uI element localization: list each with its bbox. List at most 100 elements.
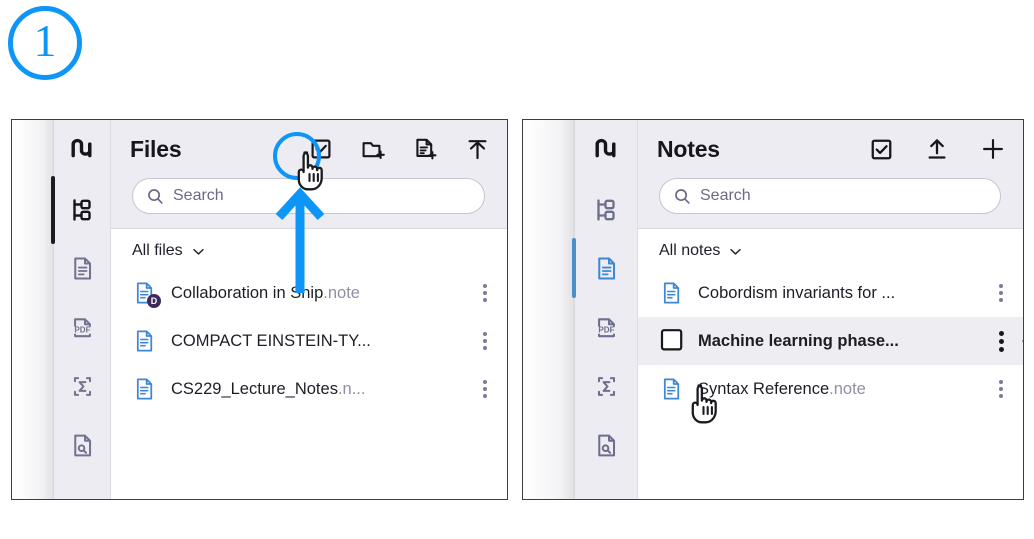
document-search-icon xyxy=(597,434,615,457)
notes-search-area: Search xyxy=(638,178,1023,228)
files-header: Files Search xyxy=(111,120,507,229)
table-row[interactable]: CS229_Lecture_Notes.n... xyxy=(111,365,507,413)
page-title: Notes xyxy=(657,135,720,162)
notes-main-column: Notes Search All notes Cobordism invaria… xyxy=(638,120,1023,499)
document-icon xyxy=(597,257,615,280)
active-indicator xyxy=(51,176,55,244)
sidebar-rail-files: PDF xyxy=(51,120,111,499)
document-icon xyxy=(663,378,680,400)
group-filter-label: All notes xyxy=(659,242,721,259)
search-icon xyxy=(675,188,690,204)
list-item[interactable]: Cobordism invariants for ... xyxy=(638,269,1023,317)
notes-header: Notes Search xyxy=(638,120,1023,229)
document-search-icon xyxy=(73,434,91,457)
sigma-formula-icon xyxy=(597,377,615,396)
file-basename: COMPACT EINSTEIN-TY... xyxy=(171,331,371,350)
row-more-options-icon[interactable] xyxy=(992,284,1010,302)
row-note-name: Syntax Reference.note xyxy=(698,380,986,399)
row-select-checkbox[interactable] xyxy=(659,328,685,354)
step-number-badge: 1 xyxy=(8,6,82,80)
sidebar-item-formula[interactable] xyxy=(54,357,110,416)
notes-panel-screenshot: PDF Notes Search All notes Cobordism inv… xyxy=(522,119,1024,500)
select-mode-icon[interactable] xyxy=(868,136,894,162)
sidebar-item-scan[interactable] xyxy=(575,416,637,475)
document-icon xyxy=(136,330,153,352)
checkbox-unchecked-icon xyxy=(660,329,683,351)
page-edge-decoration xyxy=(12,120,54,499)
row-note-name: Machine learning phase... xyxy=(698,332,986,351)
search-icon xyxy=(148,188,163,204)
row-file-name: CS229_Lecture_Notes.n... xyxy=(171,380,470,399)
group-filter-label: All files xyxy=(132,242,183,259)
note-extension: .note xyxy=(829,379,866,398)
files-main-column: Files Search All files D Collaboration i… xyxy=(111,120,507,499)
sidebar-item-notes[interactable] xyxy=(572,238,637,298)
sidebar-item-pdf[interactable]: PDF xyxy=(575,298,637,357)
tree-hierarchy-icon xyxy=(597,198,615,221)
pdf-icon: PDF xyxy=(73,318,91,338)
row-note-name: Cobordism invariants for ... xyxy=(698,284,986,303)
page-edge-decoration xyxy=(523,120,575,499)
sidebar-item-workspace[interactable] xyxy=(51,176,110,244)
page-title: Files xyxy=(130,135,182,162)
row-note-icon xyxy=(659,281,685,305)
app-logo xyxy=(575,120,637,180)
group-filter-notes[interactable]: All notes xyxy=(638,233,1023,269)
sidebar-item-workspace[interactable] xyxy=(575,180,637,239)
row-file-icon xyxy=(132,377,158,401)
row-file-icon xyxy=(132,329,158,353)
row-file-name: Collaboration in Snip.note xyxy=(171,284,470,303)
row-edge-caret-icon xyxy=(1022,336,1023,346)
row-more-options-icon[interactable] xyxy=(992,380,1010,398)
file-extension: .n... xyxy=(337,379,366,398)
app-logo xyxy=(54,120,110,180)
files-list: All files D Collaboration in Snip.note C… xyxy=(111,229,507,413)
notes-header-actions xyxy=(868,136,1006,162)
table-row[interactable]: COMPACT EINSTEIN-TY... xyxy=(111,317,507,365)
new-file-icon[interactable] xyxy=(412,136,438,162)
search-input[interactable]: Search xyxy=(659,178,1001,214)
document-icon xyxy=(136,378,153,400)
list-item[interactable]: Machine learning phase... xyxy=(638,317,1023,365)
step-number-label: 1 xyxy=(33,15,57,66)
note-basename: Machine learning phase... xyxy=(698,331,899,350)
sidebar-item-scan[interactable] xyxy=(54,416,110,475)
add-note-icon[interactable] xyxy=(980,136,1006,162)
row-more-options-icon[interactable] xyxy=(992,330,1010,352)
row-more-options-icon[interactable] xyxy=(476,332,494,350)
snip-logo-icon xyxy=(595,138,616,158)
svg-text:PDF: PDF xyxy=(598,326,614,335)
sidebar-item-formula[interactable] xyxy=(575,357,637,416)
row-file-icon: D xyxy=(132,281,161,308)
sigma-formula-icon xyxy=(73,377,91,396)
search-input[interactable]: Search xyxy=(132,178,485,214)
sidebar-item-pdf[interactable]: PDF xyxy=(54,298,110,357)
svg-text:PDF: PDF xyxy=(74,326,90,335)
row-more-options-icon[interactable] xyxy=(476,380,494,398)
group-filter-files[interactable]: All files xyxy=(111,233,507,269)
snip-logo-icon xyxy=(71,138,92,158)
document-icon xyxy=(73,257,91,280)
tree-hierarchy-icon xyxy=(73,198,91,221)
table-row[interactable]: D Collaboration in Snip.note xyxy=(111,269,507,317)
search-placeholder: Search xyxy=(700,187,751,204)
select-mode-icon[interactable] xyxy=(308,136,334,162)
files-panel-screenshot: PDF Files Search All files D Collaborati… xyxy=(11,119,508,500)
row-more-options-icon[interactable] xyxy=(476,284,494,302)
status-badge: D xyxy=(147,294,161,308)
chevron-down-icon xyxy=(730,248,742,255)
file-basename: Collaboration in Snip xyxy=(171,283,324,302)
chevron-down-icon xyxy=(192,248,204,255)
sidebar-item-notes[interactable] xyxy=(54,239,110,298)
files-header-actions xyxy=(308,136,490,162)
file-basename: CS229_Lecture_Notes xyxy=(171,379,338,398)
row-file-name: COMPACT EINSTEIN-TY... xyxy=(171,332,470,351)
list-item[interactable]: Syntax Reference.note xyxy=(638,365,1023,413)
active-indicator xyxy=(572,238,576,298)
upload-icon[interactable] xyxy=(924,136,950,162)
notes-list: All notes Cobordism invariants for ... M… xyxy=(638,229,1023,413)
upload-icon[interactable] xyxy=(464,136,490,162)
row-note-icon xyxy=(659,377,685,401)
new-folder-icon[interactable] xyxy=(360,136,386,162)
pdf-icon: PDF xyxy=(597,318,615,338)
